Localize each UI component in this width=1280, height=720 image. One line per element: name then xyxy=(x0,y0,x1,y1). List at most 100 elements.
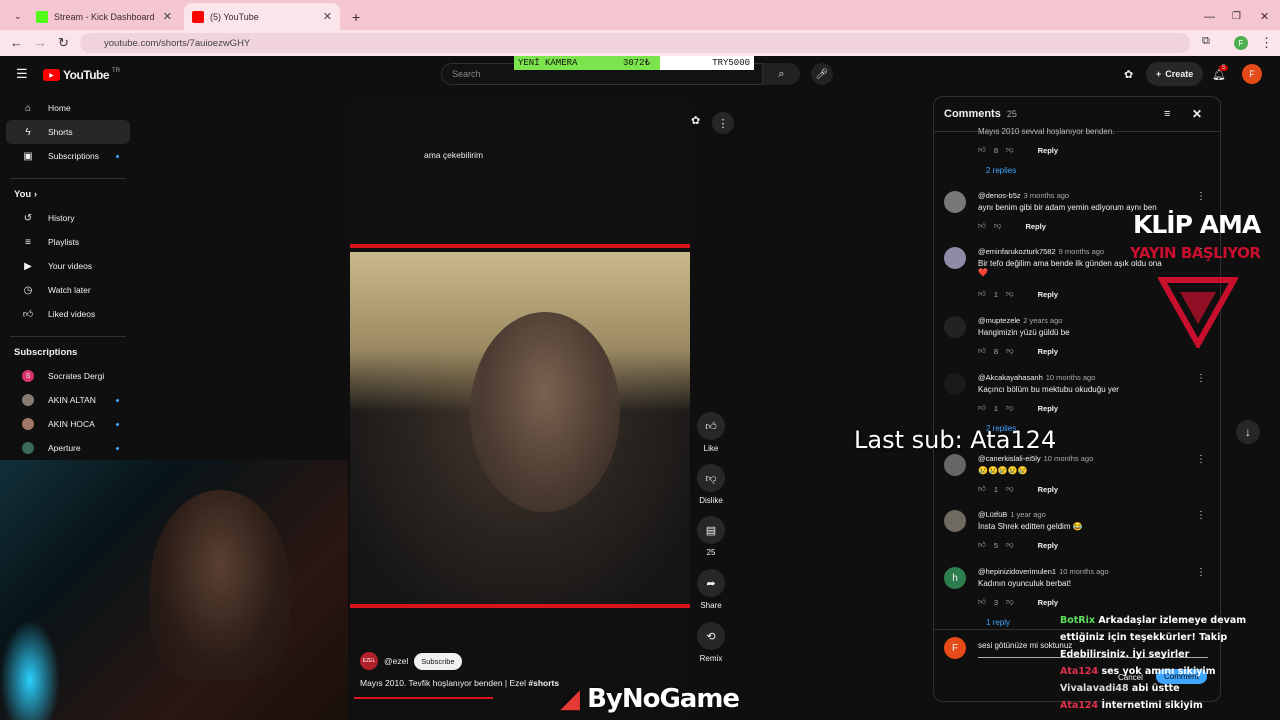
subscription-item[interactable]: S Socrates Dergi xyxy=(6,364,130,388)
view-replies-button[interactable]: 1 reply xyxy=(986,618,1010,627)
reply-button[interactable]: Reply xyxy=(1038,598,1058,607)
url-input[interactable]: youtube.com/shorts/7auioezwGHY xyxy=(80,33,1190,53)
avatar[interactable] xyxy=(944,191,966,213)
thumbs-up-icon[interactable]: 👍︎ xyxy=(978,145,986,155)
video-title[interactable]: Mayıs 2010. Tevfik hoşlanıyor benden | E… xyxy=(360,678,559,688)
like-button[interactable]: 👍︎ Like xyxy=(696,412,726,453)
minimize-icon[interactable]: — xyxy=(1196,3,1223,30)
subscribe-button[interactable]: Subscribe xyxy=(414,652,462,670)
hamburger-icon[interactable]: ☰ xyxy=(16,66,28,82)
avatar[interactable] xyxy=(944,373,966,395)
comment-author[interactable]: @muptezele 2 years ago xyxy=(978,316,1062,325)
thumbs-up-icon[interactable]: 👍︎ xyxy=(978,403,986,413)
sidebar-item-home[interactable]: ⌂ Home xyxy=(6,96,130,120)
tab-youtube[interactable]: (5) YouTube ✕ xyxy=(184,3,340,30)
comment-author[interactable]: @Akcakayahasanh 10 months ago xyxy=(978,373,1095,382)
sidebar-item-history[interactable]: ↺ History xyxy=(6,206,130,230)
forward-icon[interactable]: → xyxy=(34,35,47,50)
video-hashtag[interactable]: #shorts xyxy=(528,678,559,688)
thumbs-down-icon[interactable]: 👎︎ xyxy=(1006,289,1014,299)
close-icon[interactable]: ✕ xyxy=(1192,107,1202,121)
comment-menu-icon[interactable]: ⋮ xyxy=(1196,373,1206,384)
video-progress-bar[interactable] xyxy=(354,697,494,699)
sidebar-item-liked-videos[interactable]: 👍︎ Liked videos xyxy=(6,302,130,326)
create-button[interactable]: + Create xyxy=(1146,62,1204,86)
sort-icon[interactable]: ≡ xyxy=(1164,108,1170,120)
comment-input[interactable]: sesi götünüze mi soktunuz xyxy=(978,641,1072,650)
tab-kick-dashboard[interactable]: Stream - Kick Dashboard ✕ xyxy=(28,3,180,30)
reply-button[interactable]: Reply xyxy=(1038,541,1058,550)
account-avatar[interactable]: F xyxy=(1242,64,1262,84)
reply-button[interactable]: Reply xyxy=(1038,290,1058,299)
reply-button[interactable]: Reply xyxy=(1038,146,1058,155)
comment-author-handle: @LütfüB xyxy=(978,510,1008,519)
sidebar-item-your-videos[interactable]: ▶ Your videos xyxy=(6,254,130,278)
reply-button[interactable]: Reply xyxy=(1038,347,1058,356)
maximize-icon[interactable]: ❐ xyxy=(1224,3,1249,30)
avatar[interactable] xyxy=(944,454,966,476)
reload-icon[interactable]: ↻ xyxy=(58,35,69,51)
sidebar-item-watch-later[interactable]: ◷ Watch later xyxy=(6,278,130,302)
comment-menu-icon[interactable]: ⋮ xyxy=(1196,191,1206,202)
thumbs-down-icon[interactable]: 👎︎ xyxy=(1006,484,1014,494)
thumbs-up-icon[interactable]: 👍︎ xyxy=(978,221,986,231)
comment-author[interactable]: @canerkislali-ei5ly 10 months ago xyxy=(978,454,1093,463)
view-replies-button[interactable]: 2 replies xyxy=(986,166,1016,175)
reply-button[interactable]: Reply xyxy=(1038,404,1058,413)
sidebar-item-playlists[interactable]: ≡ Playlists xyxy=(6,230,130,254)
channel-avatar[interactable]: EZEL xyxy=(360,652,378,670)
reply-button[interactable]: Reply xyxy=(1025,222,1045,231)
comment-menu-icon[interactable]: ⋮ xyxy=(1196,567,1206,578)
tab-search-button[interactable]: ⌄ xyxy=(6,3,24,30)
profile-avatar[interactable]: F xyxy=(1234,36,1248,50)
window-close-icon[interactable]: ✕ xyxy=(1252,3,1277,30)
comment-author[interactable]: @hepinizidoverimulen1 10 months ago xyxy=(978,567,1109,576)
new-tab-button[interactable]: + xyxy=(344,3,368,30)
thumbs-up-icon[interactable]: 👍︎ xyxy=(978,484,986,494)
comment-menu-icon[interactable]: ⋮ xyxy=(1196,510,1206,521)
dislike-button[interactable]: 👎︎ Dislike xyxy=(696,464,726,505)
avatar[interactable] xyxy=(944,510,966,532)
share-button[interactable]: ➦ Share xyxy=(696,569,726,610)
next-short-arrow-icon[interactable]: ↓ xyxy=(1236,420,1260,444)
search-button[interactable]: ⌕ xyxy=(763,63,800,85)
comments-button[interactable]: ▤ 25 xyxy=(696,516,726,557)
subscription-item[interactable]: Aperture xyxy=(6,436,130,460)
close-icon[interactable]: ✕ xyxy=(323,10,332,23)
comment-menu-icon[interactable]: ⋮ xyxy=(1196,454,1206,465)
avatar[interactable] xyxy=(944,247,966,269)
player-settings-icon[interactable]: ✿ xyxy=(691,114,700,127)
comment-author[interactable]: @eminfarukozturk7582 9 months ago xyxy=(978,247,1104,256)
thumbs-down-icon[interactable]: 👎︎ xyxy=(1006,145,1014,155)
avatar[interactable] xyxy=(944,316,966,338)
youtube-logo[interactable]: ▶ YouTube TR xyxy=(43,68,120,82)
thumbs-up-icon[interactable]: 👍︎ xyxy=(978,346,986,356)
voice-search-button[interactable]: 🎤︎ xyxy=(811,63,833,85)
channel-handle[interactable]: @ezel xyxy=(384,656,408,666)
remix-button[interactable]: ⟲ Remix xyxy=(696,622,726,663)
thumbs-down-icon[interactable]: 👎︎ xyxy=(1006,540,1014,550)
thumbs-up-icon[interactable]: 👍︎ xyxy=(978,597,986,607)
extensions-icon[interactable]: ⧉ xyxy=(1202,35,1210,48)
thumbs-up-icon[interactable]: 👍︎ xyxy=(978,540,986,550)
you-heading[interactable]: You › xyxy=(0,189,136,200)
reply-button[interactable]: Reply xyxy=(1038,485,1058,494)
short-video-player[interactable]: ama çekebilirim EZEL @ezel Subscribe May… xyxy=(350,96,690,720)
thumbs-down-icon[interactable]: 👎︎ xyxy=(1006,403,1014,413)
sidebar-item-subscriptions[interactable]: ▣ Subscriptions xyxy=(6,144,130,168)
back-icon[interactable]: ← xyxy=(10,35,23,50)
studio-icon[interactable]: ✿ xyxy=(1124,68,1133,81)
thumbs-down-icon[interactable]: 👎︎ xyxy=(1006,346,1014,356)
comment-author[interactable]: @LütfüB 1 year ago xyxy=(978,510,1046,519)
comment-author[interactable]: @denos-b5z 3 months ago xyxy=(978,191,1069,200)
close-icon[interactable]: ✕ xyxy=(163,10,172,23)
subscription-item[interactable]: AKIN ALTAN xyxy=(6,388,130,412)
avatar[interactable]: h xyxy=(944,567,966,589)
more-options-icon[interactable]: ⋮ xyxy=(712,112,734,134)
thumbs-down-icon[interactable]: 👎︎ xyxy=(1006,597,1014,607)
sidebar-item-shorts[interactable]: ϟ Shorts xyxy=(6,120,130,144)
menu-icon[interactable]: ⋮ xyxy=(1260,35,1273,51)
subscription-item[interactable]: AKIN HOCA xyxy=(6,412,130,436)
thumbs-down-icon[interactable]: 👎︎ xyxy=(994,221,1002,231)
thumbs-up-icon[interactable]: 👍︎ xyxy=(978,289,986,299)
